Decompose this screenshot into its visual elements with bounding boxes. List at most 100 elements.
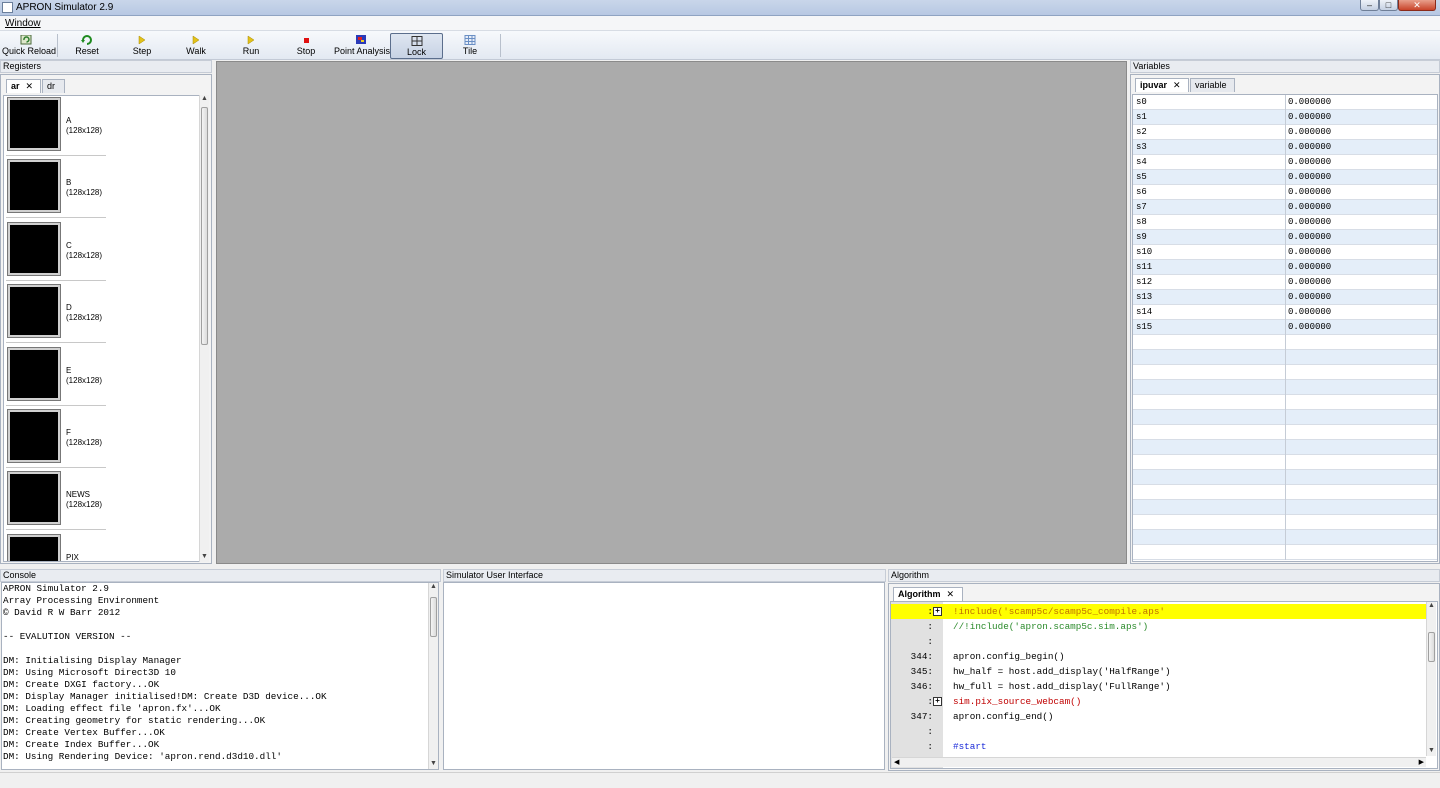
- console-scrollbar[interactable]: ▲ ▼: [428, 583, 438, 769]
- scroll-up-icon[interactable]: ▲: [200, 95, 209, 104]
- simulator-user-interface[interactable]: [443, 582, 885, 770]
- register-item[interactable]: E (128x128): [6, 346, 106, 406]
- variable-row[interactable]: s6 0.000000: [1133, 185, 1437, 200]
- register-thumbnail[interactable]: [7, 471, 61, 526]
- variable-row[interactable]: s5 0.000000: [1133, 170, 1437, 185]
- variable-row[interactable]: s1 0.000000: [1133, 110, 1437, 125]
- tab-ipuvar[interactable]: ipuvar ✕: [1135, 78, 1189, 92]
- register-item[interactable]: NEWS (128x128): [6, 470, 106, 531]
- variable-row[interactable]: [1133, 455, 1437, 470]
- code-line[interactable]: :: [891, 634, 1427, 649]
- register-item[interactable]: PIX (128x128): [6, 533, 106, 561]
- code-line[interactable]: 347: apron.config_end(): [891, 709, 1427, 724]
- tab-algorithm[interactable]: Algorithm ✕: [893, 587, 963, 601]
- variable-row[interactable]: s8 0.000000: [1133, 215, 1437, 230]
- expand-icon[interactable]: +: [933, 607, 942, 616]
- reset-button[interactable]: Reset: [62, 33, 112, 59]
- variable-row[interactable]: [1133, 425, 1437, 440]
- close-tab-icon[interactable]: ✕: [1173, 80, 1181, 90]
- stop-button[interactable]: Stop: [281, 33, 331, 59]
- register-item[interactable]: A (128x128): [6, 96, 106, 156]
- scroll-down-icon[interactable]: ▼: [200, 553, 209, 562]
- register-thumbnail[interactable]: [7, 409, 61, 463]
- toolbar-label: Quick Reload: [2, 46, 57, 56]
- code-line[interactable]: : + sim.pix_source_webcam(): [891, 694, 1427, 709]
- display-canvas[interactable]: [216, 61, 1127, 564]
- code-line[interactable]: :: [891, 724, 1427, 739]
- scroll-left-icon[interactable]: ◀: [894, 758, 899, 766]
- algorithm-hscrollbar[interactable]: ◀ ▶: [892, 757, 1426, 767]
- code-line[interactable]: : //!include('apron.scamp5c.sim.aps'): [891, 619, 1427, 634]
- tile-button[interactable]: Tile: [445, 33, 495, 59]
- scroll-down-icon[interactable]: ▼: [1427, 747, 1436, 756]
- register-item[interactable]: C (128x128): [6, 221, 106, 281]
- code-line[interactable]: 346: hw_full = host.add_display('FullRang…: [891, 679, 1427, 694]
- app-icon: [2, 2, 13, 13]
- variable-row[interactable]: s2 0.000000: [1133, 125, 1437, 140]
- register-thumbnail[interactable]: [7, 346, 61, 401]
- tab-ar[interactable]: ar ✕: [6, 79, 41, 93]
- variable-row[interactable]: s15 0.000000: [1133, 320, 1437, 335]
- variable-row[interactable]: s14 0.000000: [1133, 305, 1437, 320]
- register-item[interactable]: D (128x128): [6, 283, 106, 344]
- run-button[interactable]: Run: [226, 33, 276, 59]
- variable-row[interactable]: s7 0.000000: [1133, 200, 1437, 215]
- variable-row[interactable]: s4 0.000000: [1133, 155, 1437, 170]
- close-tab-icon[interactable]: ✕: [947, 589, 955, 599]
- scroll-thumb[interactable]: [1428, 632, 1435, 662]
- walk-button[interactable]: Walk: [171, 33, 221, 59]
- variable-row[interactable]: [1133, 530, 1437, 545]
- register-thumbnail[interactable]: [7, 221, 61, 276]
- variable-row[interactable]: [1133, 380, 1437, 395]
- step-button[interactable]: Step: [117, 33, 167, 59]
- variable-row[interactable]: s12 0.000000: [1133, 275, 1437, 290]
- lock-button[interactable]: Lock: [390, 33, 443, 59]
- register-thumbnail[interactable]: [7, 284, 61, 339]
- variable-row[interactable]: [1133, 440, 1437, 455]
- menu-window[interactable]: Window: [5, 18, 41, 29]
- quick-reload-button[interactable]: Quick Reload: [2, 33, 57, 59]
- variable-row[interactable]: s10 0.000000: [1133, 245, 1437, 260]
- variable-row[interactable]: s9 0.000000: [1133, 230, 1437, 245]
- scroll-right-icon[interactable]: ▶: [1419, 758, 1424, 766]
- variable-row[interactable]: [1133, 485, 1437, 500]
- variable-row[interactable]: [1133, 350, 1437, 365]
- register-thumbnail[interactable]: [7, 533, 61, 561]
- scroll-thumb[interactable]: [430, 597, 437, 637]
- variable-row[interactable]: s13 0.000000: [1133, 290, 1437, 305]
- variable-row[interactable]: [1133, 410, 1437, 425]
- expand-icon[interactable]: +: [933, 697, 942, 706]
- code-line[interactable]: 344: apron.config_begin(): [891, 649, 1427, 664]
- code-line[interactable]: : + !include('scamp5c/scamp5c_compile.aps': [891, 604, 1427, 619]
- maximize-button[interactable]: □: [1379, 0, 1398, 11]
- registers-scrollbar[interactable]: ▲ ▼: [199, 95, 209, 562]
- register-thumbnail[interactable]: [7, 159, 61, 214]
- tab-variable[interactable]: variable: [1190, 78, 1235, 92]
- scroll-up-icon[interactable]: ▲: [429, 583, 438, 592]
- code-line[interactable]: 345: hw_half = host.add_display('HalfRang…: [891, 664, 1427, 679]
- code-line[interactable]: : #start: [891, 739, 1427, 754]
- variable-row[interactable]: [1133, 515, 1437, 530]
- variable-row[interactable]: [1133, 365, 1437, 380]
- register-thumbnail[interactable]: [7, 97, 61, 151]
- variable-row[interactable]: [1133, 545, 1437, 560]
- scroll-thumb[interactable]: [201, 107, 208, 345]
- minimize-button[interactable]: –: [1360, 0, 1379, 11]
- variable-row[interactable]: [1133, 470, 1437, 485]
- variable-row[interactable]: s3 0.000000: [1133, 140, 1437, 155]
- close-tab-icon[interactable]: ✕: [26, 81, 34, 91]
- variable-row[interactable]: [1133, 395, 1437, 410]
- variable-row[interactable]: [1133, 500, 1437, 515]
- close-button[interactable]: ✕: [1398, 0, 1436, 11]
- variable-row[interactable]: s0 0.000000: [1133, 95, 1437, 110]
- register-item[interactable]: F (128x128): [6, 408, 106, 468]
- point-analysis-button[interactable]: Point Analysis: [334, 33, 390, 59]
- scroll-up-icon[interactable]: ▲: [1427, 602, 1436, 611]
- algorithm-editor[interactable]: : + !include('scamp5c/scamp5c_compile.aps'…: [890, 601, 1438, 769]
- algorithm-scrollbar[interactable]: ▲ ▼: [1426, 602, 1436, 756]
- scroll-down-icon[interactable]: ▼: [429, 760, 438, 769]
- variable-row[interactable]: s11 0.000000: [1133, 260, 1437, 275]
- variable-row[interactable]: [1133, 335, 1437, 350]
- register-item[interactable]: B (128x128): [6, 158, 106, 219]
- tab-dr[interactable]: dr: [42, 79, 65, 93]
